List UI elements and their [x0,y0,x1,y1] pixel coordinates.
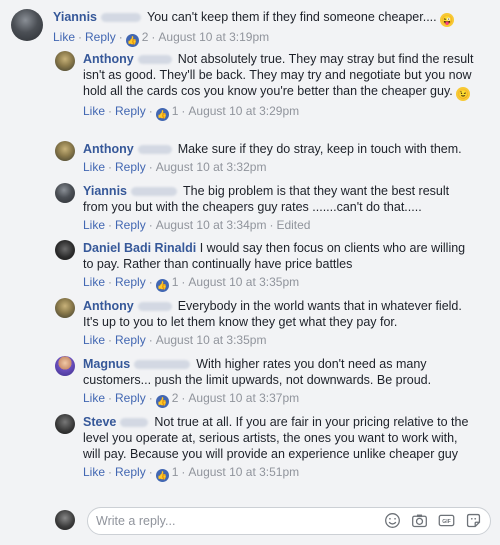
camera-icon[interactable] [411,512,428,529]
reply-comment: Anthony Everybody in the world wants that… [55,298,485,348]
like-count[interactable]: 2 [142,30,149,44]
commenter-name[interactable]: Steve [83,415,116,429]
thumbs-up-icon: 👍 [155,469,169,482]
reply-input[interactable]: Write a reply... GIF [87,507,491,535]
comment-actions: Like · Reply · 👍 1 · August 10 at 3:29pm [83,104,300,121]
commenter-name[interactable]: Yiannis [83,184,127,198]
commenter-name[interactable]: Daniel Badi Rinaldi [83,241,196,255]
reply-tools: GIF [384,512,482,529]
like-button[interactable]: Like [53,30,75,44]
thumbs-up-icon: 👍 [125,34,139,47]
comment-actions: Like · Reply · 👍 1 · August 10 at 3:35pm [83,275,300,292]
comment-actions: Like · Reply · August 10 at 3:35pm [83,333,267,347]
reply-button[interactable]: Reply [115,218,146,232]
timestamp[interactable]: August 10 at 3:32pm [156,160,267,174]
blurred-surname [137,302,172,312]
thumbs-up-icon: 👍 [155,279,169,292]
timestamp[interactable]: August 10 at 3:35pm [188,275,299,289]
edited-label[interactable]: Edited [276,218,310,232]
avatar[interactable] [55,298,75,318]
reply-comment: Yiannis The big problem is that they want… [55,183,485,233]
comment-body: Yiannis The big problem is that they want… [83,183,477,215]
commenter-name[interactable]: Anthony [83,299,134,313]
comment-actions: Like · Reply · 👍 1 · August 10 at 3:51pm [83,465,300,482]
like-button[interactable]: Like [83,160,105,174]
timestamp[interactable]: August 10 at 3:37pm [188,391,299,405]
like-count[interactable]: 1 [172,104,179,118]
reply-button[interactable]: Reply [115,465,146,479]
avatar[interactable] [55,414,75,434]
like-count[interactable]: 1 [172,275,179,289]
comment-body: Yiannis You can't keep them if they find … [53,9,483,27]
emoji-icon: 😜 [440,13,455,27]
like-button[interactable]: Like [83,275,105,289]
comment-text: Make sure if they do stray, keep in touc… [177,142,462,156]
timestamp[interactable]: August 10 at 3:51pm [188,465,299,479]
commenter-name[interactable]: Magnus [83,357,130,371]
like-button[interactable]: Like [83,391,105,405]
reply-button[interactable]: Reply [115,160,146,174]
avatar[interactable] [55,141,75,161]
comment: Yiannis You can't keep them if they find … [11,9,491,47]
like-button[interactable]: Like [83,218,105,232]
comment-text: You can't keep them if they find someone… [147,10,437,24]
comment-body: Steve Not true at all. If you are fair in… [83,414,477,462]
emoji-icon: 😉 [456,87,471,101]
comment-body: Anthony Make sure if they do stray, keep … [83,141,477,157]
avatar[interactable] [11,9,43,41]
reply-comment: Daniel Badi Rinaldi I would say then foc… [55,240,485,292]
reply-comment: Steve Not true at all. If you are fair in… [55,414,485,482]
avatar[interactable] [55,183,75,203]
thumbs-up-icon: 👍 [155,395,169,408]
comment-actions: Like · Reply · August 10 at 3:34pm · Edited [83,218,311,232]
timestamp[interactable]: August 10 at 3:19pm [158,30,269,44]
reply-button[interactable]: Reply [85,30,116,44]
blurred-surname [101,13,141,23]
comment-actions: Like · Reply · 👍 2 · August 10 at 3:37pm [83,391,300,408]
thumbs-up-icon: 👍 [155,108,169,121]
timestamp[interactable]: August 10 at 3:34pm [156,218,267,232]
gif-icon[interactable]: GIF [438,512,455,529]
comment-body: Daniel Badi Rinaldi I would say then foc… [83,240,477,272]
blurred-surname [120,418,149,428]
reply-comment: Magnus With higher rates you don't need a… [55,356,485,408]
reply-comment: Anthony Make sure if they do stray, keep … [55,141,485,175]
reply-button[interactable]: Reply [115,391,146,405]
comment-actions: Like · Reply · August 10 at 3:32pm [83,160,267,174]
blurred-surname [137,55,172,65]
commenter-name[interactable]: Anthony [83,142,134,156]
like-count[interactable]: 2 [172,391,179,405]
comment-body: Magnus With higher rates you don't need a… [83,356,477,388]
current-user-avatar [55,510,75,530]
comment-thread: Yiannis You can't keep them if they find … [0,0,500,545]
reply-placeholder[interactable]: Write a reply... [96,514,175,528]
reply-comment: Anthony Not absolutely true. They may str… [55,51,485,121]
like-button[interactable]: Like [83,333,105,347]
commenter-name[interactable]: Anthony [83,52,134,66]
reply-button[interactable]: Reply [115,275,146,289]
like-count[interactable]: 1 [172,465,179,479]
timestamp[interactable]: August 10 at 3:35pm [156,333,267,347]
avatar[interactable] [55,51,75,71]
timestamp[interactable]: August 10 at 3:29pm [188,104,299,118]
reply-button[interactable]: Reply [115,333,146,347]
commenter-name[interactable]: Yiannis [53,10,97,24]
sticker-icon[interactable] [465,512,482,529]
blurred-surname [137,145,172,155]
like-button[interactable]: Like [83,465,105,479]
comment-body: Anthony Everybody in the world wants that… [83,298,477,330]
blurred-surname [134,360,191,370]
avatar[interactable] [55,356,75,376]
blurred-surname [131,187,177,197]
comment-actions: Like · Reply · 👍 2 · August 10 at 3:19pm [53,30,270,47]
comment-body: Anthony Not absolutely true. They may str… [83,51,477,101]
like-button[interactable]: Like [83,104,105,118]
smiley-icon[interactable] [384,512,401,529]
svg-text:GIF: GIF [442,519,451,525]
reply-button[interactable]: Reply [115,104,146,118]
avatar[interactable] [55,240,75,260]
